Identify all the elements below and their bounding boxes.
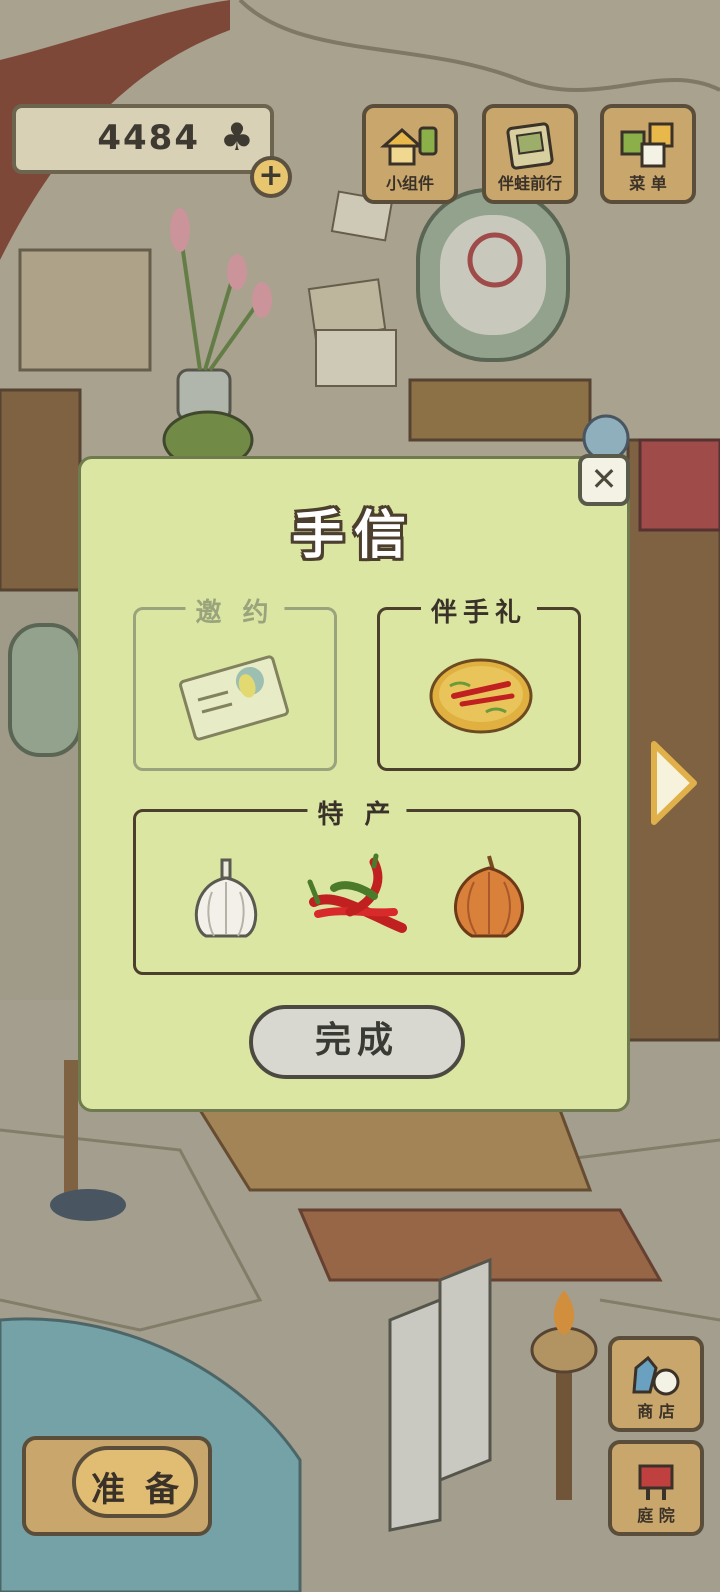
- onion-icon: [454, 855, 524, 938]
- prepare-button[interactable]: 准 备: [22, 1436, 212, 1536]
- pancake-icon: [429, 658, 533, 734]
- garlic-icon: [194, 858, 258, 938]
- clover-count: 4484: [97, 118, 200, 158]
- garden-icon: [626, 1456, 686, 1508]
- close-icon[interactable]: ✕: [578, 454, 630, 506]
- clover-icon: ♣: [219, 115, 254, 159]
- specialty-slot[interactable]: 特 产: [133, 794, 581, 975]
- souvenir-dialog: 手信 邀 约 伴手礼 特 产 完成: [78, 456, 630, 1112]
- widget-label: 小组件: [385, 174, 434, 193]
- journal-icon: [500, 120, 560, 176]
- gift-label: 伴手礼: [420, 592, 538, 629]
- prepare-label: 准 备: [91, 1470, 183, 1510]
- menu-label: 菜 单: [629, 174, 667, 193]
- clover-counter: 4484 ♣: [12, 104, 274, 174]
- dialog-title: 手信: [291, 506, 416, 566]
- specialty-label: 特 产: [307, 794, 407, 831]
- invite-label: 邀 约: [185, 592, 285, 629]
- garden-label: 庭 院: [637, 1506, 675, 1525]
- shop-icon: [626, 1352, 686, 1404]
- menu-icon: [616, 120, 680, 176]
- invite-slot[interactable]: 邀 约: [133, 592, 337, 771]
- shop-label: 商 店: [637, 1402, 675, 1421]
- garden-button[interactable]: 庭 院: [608, 1440, 704, 1536]
- chili-peppers-icon: [307, 853, 407, 933]
- journal-label: 伴蛙前行: [497, 174, 562, 193]
- journal-button[interactable]: 伴蛙前行: [482, 104, 578, 204]
- widget-icon: [378, 120, 442, 174]
- add-clover-button[interactable]: +: [250, 156, 292, 198]
- next-arrow-icon[interactable]: [648, 740, 698, 826]
- menu-button[interactable]: 菜 单: [600, 104, 696, 204]
- invitation-card-icon: [179, 655, 289, 741]
- done-button[interactable]: 完成: [249, 1005, 465, 1079]
- gift-slot[interactable]: 伴手礼: [377, 592, 581, 771]
- shop-button[interactable]: 商 店: [608, 1336, 704, 1432]
- widget-button[interactable]: 小组件: [362, 104, 458, 204]
